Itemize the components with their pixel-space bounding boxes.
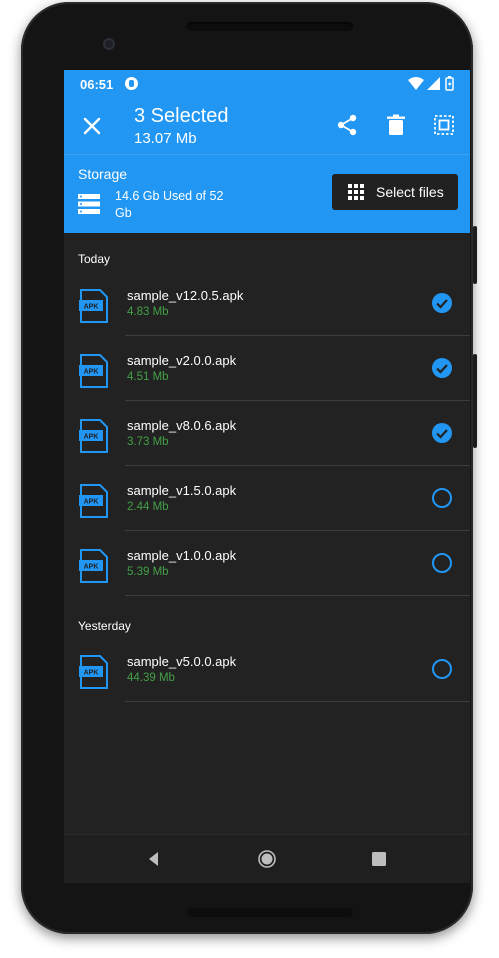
section-header-yesterday: Yesterday <box>78 619 131 633</box>
file-size: 4.51 Mb <box>127 371 169 383</box>
file-name: sample_v1.0.0.apk <box>127 548 237 563</box>
file-name: sample_v5.0.0.apk <box>127 654 237 669</box>
checked-circle-icon[interactable] <box>431 292 453 314</box>
power-button <box>473 226 477 284</box>
unchecked-circle-icon[interactable] <box>431 658 453 680</box>
volume-button <box>473 354 477 448</box>
file-size: 5.39 Mb <box>127 566 169 578</box>
selection-size: 13.07 Mb <box>134 130 197 147</box>
select-files-label: Select files <box>376 184 444 200</box>
storage-icon <box>78 194 100 214</box>
file-name: sample_v8.0.6.apk <box>127 418 237 433</box>
notification-app-icon <box>125 77 138 90</box>
delete-icon[interactable] <box>383 112 409 138</box>
unchecked-circle-icon[interactable] <box>431 552 453 574</box>
earpiece-speaker <box>187 22 353 31</box>
apk-label: APK <box>84 369 99 376</box>
select-all-icon[interactable] <box>431 112 457 138</box>
storage-used-text: 14.6 Gb Used of 52 Gb <box>115 189 224 220</box>
recents-icon[interactable] <box>369 849 389 869</box>
divider <box>125 701 470 702</box>
section-header-today: Today <box>78 252 111 266</box>
apk-label: APK <box>84 304 99 311</box>
file-size: 44.39 Mb <box>127 672 175 684</box>
apk-file-icon: APK <box>79 484 108 518</box>
storage-label: Storage <box>78 166 128 182</box>
signal-icon <box>427 77 440 90</box>
checked-circle-icon[interactable] <box>431 422 453 444</box>
file-item[interactable]: APK sample_v2.0.0.apk 4.51 Mb <box>64 336 470 401</box>
select-files-button[interactable]: Select files <box>332 174 458 210</box>
selection-count-title: 3 Selected <box>134 105 229 127</box>
apk-label: APK <box>84 564 99 571</box>
file-name: sample_v2.0.0.apk <box>127 353 237 368</box>
wifi-icon <box>408 77 424 90</box>
file-name: sample_v12.0.5.apk <box>127 288 244 303</box>
divider <box>125 595 470 596</box>
battery-icon <box>445 76 454 91</box>
back-icon[interactable] <box>144 849 164 869</box>
close-icon[interactable] <box>78 112 106 140</box>
file-item[interactable]: APK sample_v5.0.0.apk 44.39 Mb <box>64 637 470 702</box>
navigation-bar <box>64 834 470 883</box>
file-size: 2.44 Mb <box>127 501 169 513</box>
file-item[interactable]: APK sample_v8.0.6.apk 3.73 Mb <box>64 401 470 466</box>
grid-icon <box>348 184 364 200</box>
share-icon[interactable] <box>334 112 360 138</box>
storage-panel: Storage 14.6 Gb Used of 52 Gb Select fil… <box>64 154 470 233</box>
apk-label: APK <box>84 670 99 677</box>
status-time: 06:51 <box>80 77 114 92</box>
file-item[interactable]: APK sample_v12.0.5.apk 4.83 Mb <box>64 271 470 336</box>
apk-label: APK <box>84 499 99 506</box>
file-item[interactable]: APK sample_v1.5.0.apk 2.44 Mb <box>64 466 470 531</box>
file-size: 3.73 Mb <box>127 436 169 448</box>
bottom-speaker <box>187 908 353 917</box>
home-icon[interactable] <box>257 849 277 869</box>
phone-frame: 06:51 3 Selected 13.07 Mb Storage 14.6 G… <box>21 2 477 934</box>
apk-file-icon: APK <box>79 549 108 583</box>
selection-toolbar: 3 Selected 13.07 Mb <box>64 98 470 154</box>
apk-file-icon: APK <box>79 354 108 388</box>
file-name: sample_v1.5.0.apk <box>127 483 237 498</box>
apk-file-icon: APK <box>79 289 108 323</box>
checked-circle-icon[interactable] <box>431 357 453 379</box>
screen: 06:51 3 Selected 13.07 Mb Storage 14.6 G… <box>64 70 470 883</box>
file-item[interactable]: APK sample_v1.0.0.apk 5.39 Mb <box>64 531 470 596</box>
file-size: 4.83 Mb <box>127 306 169 318</box>
apk-file-icon: APK <box>79 655 108 689</box>
front-camera <box>103 38 115 50</box>
apk-label: APK <box>84 434 99 441</box>
unchecked-circle-icon[interactable] <box>431 487 453 509</box>
apk-file-icon: APK <box>79 419 108 453</box>
status-bar: 06:51 <box>64 70 470 98</box>
